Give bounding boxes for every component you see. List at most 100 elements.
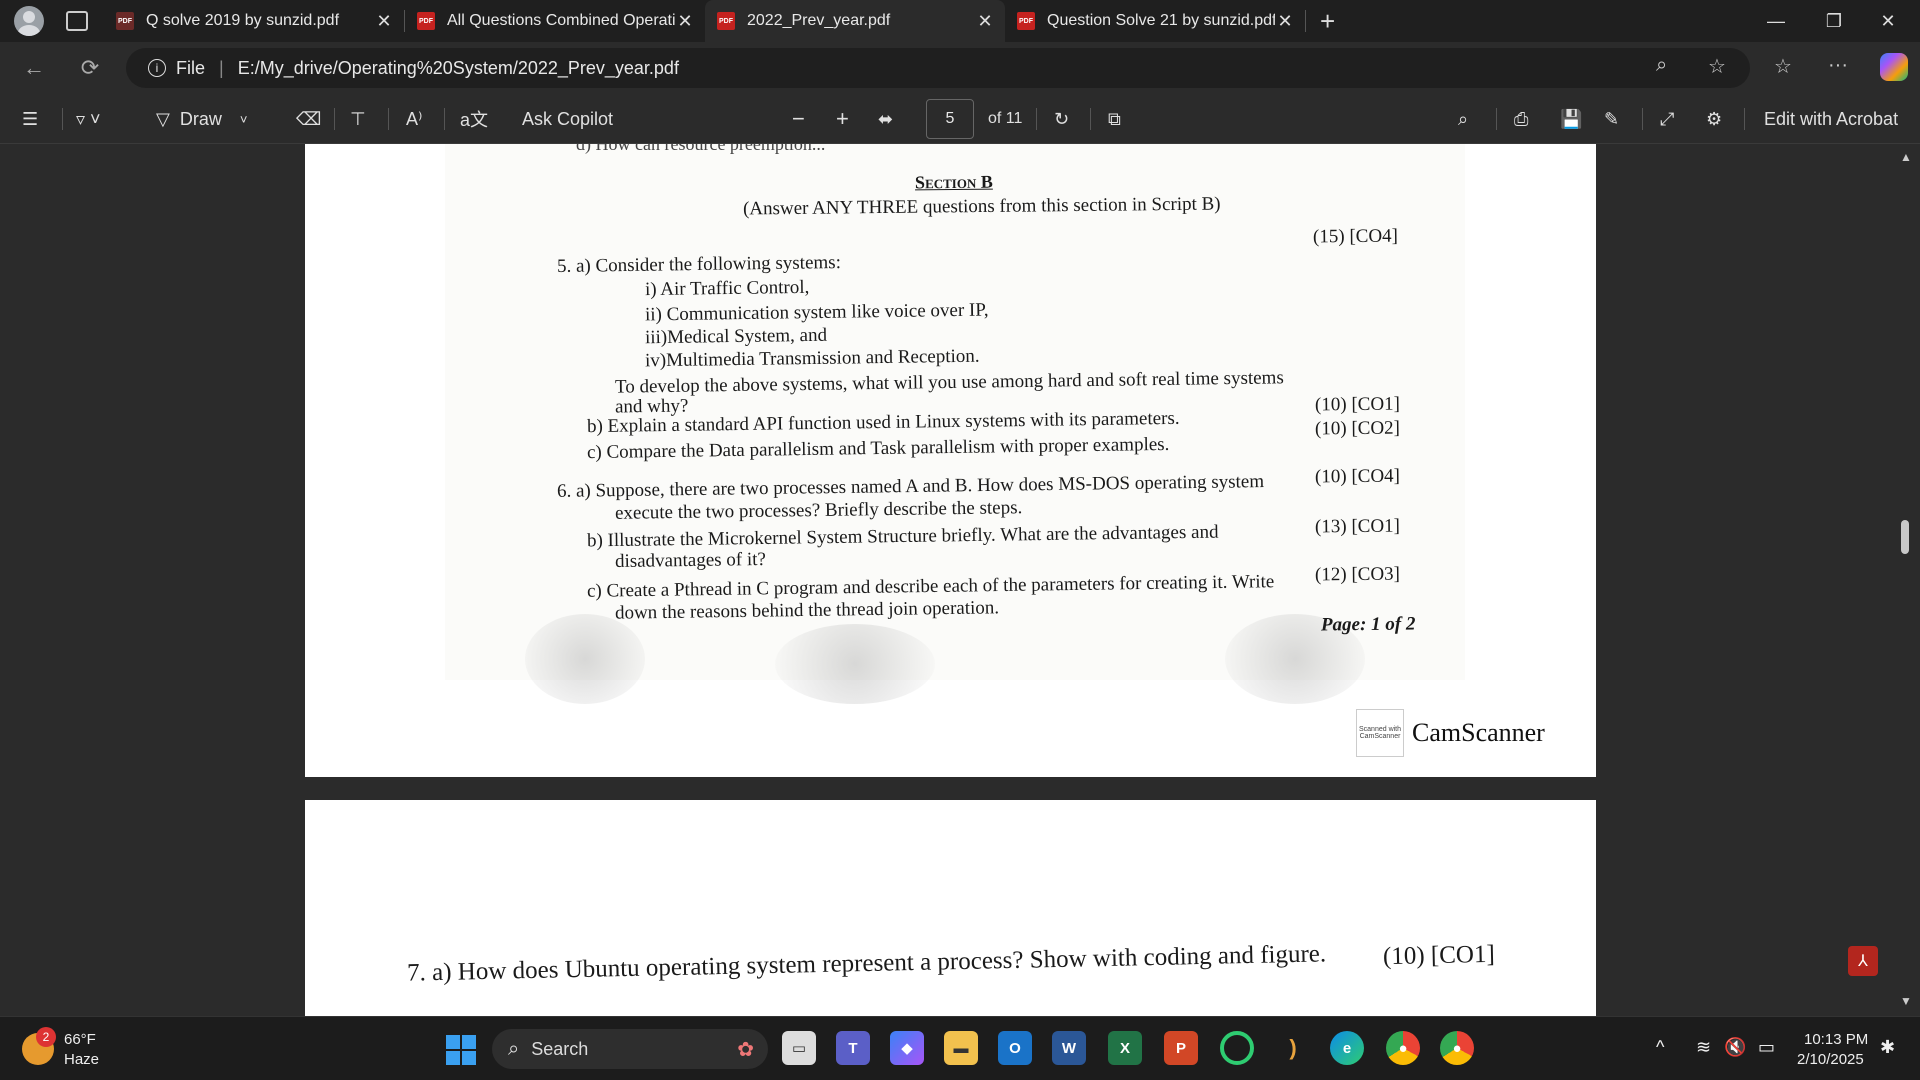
page-total: of 11 [988,110,1023,127]
page-view-icon[interactable]: ⧉ [1108,106,1121,132]
tab-label: Q solve 2019 by sunzid.pdf [146,12,340,29]
edge-icon[interactable]: e [1330,1031,1364,1065]
q5a-item: iii)Medical System, and [644,324,828,349]
file-explorer-icon[interactable]: ▬ [944,1031,978,1065]
q5c-marks: (10) [CO2] [1314,417,1401,440]
clock-date[interactable]: 2/10/2025 [1797,1051,1864,1068]
tab-close-icon[interactable]: ✕ [1275,11,1295,32]
text-box-icon[interactable]: ⊤ [350,106,366,132]
notifications-icon[interactable]: ✱ [1880,1037,1895,1058]
word-icon[interactable]: W [1052,1031,1086,1065]
vertical-scrollbar[interactable]: ▲ ▼ [1894,144,1916,1016]
pdf-page: 7. a) How does Ubuntu operating system r… [305,800,1596,1016]
q6b: b) Illustrate the Microkernel System Str… [586,521,1219,552]
excel-icon[interactable]: X [1108,1031,1142,1065]
tab-close-icon[interactable]: ✕ [975,11,995,32]
save-icon[interactable]: 💾 [1560,106,1582,132]
pdf-file-icon: PDF [1017,12,1035,30]
search-icon[interactable]: ⌕ [1458,106,1468,132]
save-as-icon[interactable]: ✎ [1604,106,1619,132]
read-aloud-icon[interactable]: A⁾ [406,106,422,132]
restore-icon[interactable]: ❐ [1806,0,1862,42]
task-view-icon[interactable]: ▭ [782,1031,816,1065]
new-tab-icon[interactable]: + [1320,6,1335,37]
weather-badge: 2 [36,1027,56,1047]
profile-avatar-icon[interactable] [14,6,44,36]
q5a-item: iv)Multimedia Transmission and Reception… [644,345,980,372]
tab-question-solve-21[interactable]: PDF Question Solve 21 by sunzid.pdf ✕ [1005,0,1305,42]
toolbar-divider [1642,108,1643,130]
q5-marks: (15) [CO4] [1312,225,1399,248]
chrome-profile-icon[interactable]: ● [1440,1031,1474,1065]
q6a: execute the two processes? Briefly descr… [614,497,1023,524]
fullscreen-icon[interactable]: ⤢ [1660,106,1674,132]
powerpoint-icon[interactable]: P [1164,1031,1198,1065]
browser-tab-bar: PDF Q solve 2019 by sunzid.pdf ✕ PDF All… [0,0,1920,42]
toolbar-divider [1090,108,1091,130]
back-icon[interactable]: ← [20,54,48,82]
wifi-icon[interactable]: ≋ [1696,1037,1711,1058]
print-icon[interactable]: ⎙ [1514,106,1528,132]
draw-button[interactable]: ▽ Draw ˅ [156,106,247,132]
taskbar-search[interactable]: ⌕ Search ✿ [492,1029,768,1069]
ask-copilot-button[interactable]: Ask Copilot [522,106,613,132]
pdf-viewer[interactable]: d) How can resource preemption... Sectio… [0,144,1920,1016]
pdf-file-icon: PDF [717,12,735,30]
tab-q-solve-2019[interactable]: PDF Q solve 2019 by sunzid.pdf ✕ [104,0,404,42]
eraser-icon[interactable]: ⌫ [296,106,321,132]
zoom-in-icon[interactable]: + [836,106,849,132]
toolbar-divider [1496,108,1497,130]
copilot-icon[interactable] [1880,53,1908,81]
tab-2022-prev-year[interactable]: PDF 2022_Prev_year.pdf ✕ [705,0,1005,42]
ask-copilot-label: Ask Copilot [522,108,614,129]
copilot-app-icon[interactable]: ◆ [890,1031,924,1065]
volume-muted-icon[interactable]: 🔇 [1724,1037,1746,1058]
tab-close-icon[interactable]: ✕ [374,11,394,32]
address-scheme: File [176,57,206,78]
refresh-icon[interactable]: ⟳ [76,54,104,82]
zoom-out-icon[interactable]: − [792,106,805,132]
close-window-icon[interactable]: ✕ [1860,0,1916,42]
start-windows-icon[interactable] [446,1035,476,1065]
page-number-input[interactable]: 5 [926,99,974,139]
tab-close-icon[interactable]: ✕ [675,11,695,32]
teams-icon[interactable]: T [836,1031,870,1065]
highlight-icon[interactable]: ▿ ˅ [76,106,101,132]
favorites-icon[interactable]: ☆ [1774,54,1792,79]
tab-actions-icon[interactable] [66,11,88,31]
tray-overflow-icon[interactable]: ^ [1656,1037,1664,1058]
camscanner-brand: CamScanner [1412,718,1545,747]
zoom-icon[interactable]: ⌕ [1656,54,1667,77]
fit-page-icon[interactable]: ⬌ [878,106,893,132]
outlook-icon[interactable]: O [998,1031,1032,1065]
favorite-star-icon[interactable]: ☆ [1708,54,1726,79]
tab-label: All Questions Combined Operatin [447,12,675,29]
scrollbar-thumb[interactable] [1901,520,1909,554]
green-app-icon[interactable] [1220,1031,1254,1065]
weather-temp: 66°F [64,1031,96,1048]
scroll-up-icon[interactable]: ▲ [1900,150,1912,164]
rotate-icon[interactable]: ↻ [1054,106,1069,132]
q7a-marks: (10) [CO1] [1382,940,1496,971]
search-highlight-icon: ✿ [737,1038,754,1061]
info-icon[interactable]: i [148,59,166,77]
battery-icon[interactable]: ▭ [1758,1037,1775,1058]
address-bar[interactable]: i File | E:/My_drive/Operating%20System/… [126,48,1750,88]
scroll-down-icon[interactable]: ▼ [1900,994,1912,1008]
tab-all-questions[interactable]: PDF All Questions Combined Operatin ✕ [405,0,705,42]
acrobat-icon[interactable]: ⅄ [1848,946,1878,976]
q5a-intro: 5. a) Consider the following systems: [556,252,842,277]
more-menu-icon[interactable]: ··· [1828,54,1848,77]
clock-time[interactable]: 10:13 PM [1804,1031,1868,1048]
q6c: down the reasons behind the thread join … [614,597,1000,624]
contents-icon[interactable]: ☰ [22,106,38,132]
settings-gear-icon[interactable]: ⚙ [1706,106,1722,132]
search-label: Search [531,1038,589,1059]
orange-app-icon[interactable]: ) [1276,1031,1310,1065]
draw-label: Draw [179,108,222,129]
minimize-icon[interactable]: — [1748,0,1804,42]
edit-with-acrobat-button[interactable]: Edit with Acrobat [1764,106,1898,132]
translate-icon[interactable]: a文 [460,106,488,132]
q5a-item: ii) Communication system like voice over… [644,299,989,326]
chrome-icon[interactable]: ● [1386,1031,1420,1065]
